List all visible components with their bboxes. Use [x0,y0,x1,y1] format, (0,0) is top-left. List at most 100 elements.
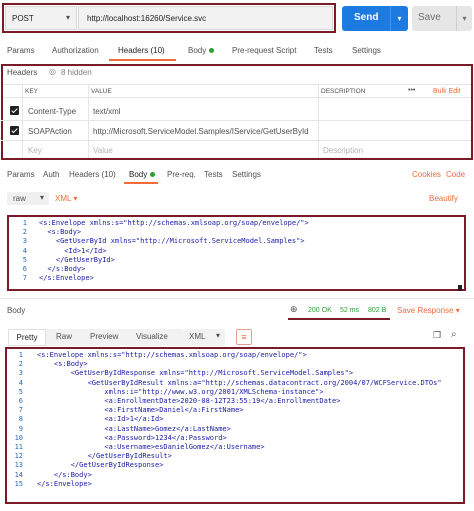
tab-params[interactable]: Params [7,46,35,55]
header-key[interactable]: SOAPAction [28,127,72,136]
view-preview[interactable]: Preview [90,332,118,341]
response-size[interactable]: 802 B [368,307,386,314]
editor-scrollbar[interactable] [458,285,462,291]
header-row: SOAPAction http://Microsoft.ServiceModel… [1,121,471,141]
code-line: <a:Password>1234</a:Password> [37,433,227,442]
code-line: </GetUserByIdResponse> [37,461,164,470]
eye-off-icon[interactable]: ◎ [49,67,56,76]
response-body-label: Body [7,306,26,315]
line-number: 11 [14,443,23,451]
line-number: 4 [18,378,23,387]
body-indicator-dot [150,172,156,178]
send-button[interactable]: Send ▾ [342,6,408,31]
code-line: </s:Body> [39,265,86,273]
line-number: 6 [18,397,23,405]
method-label: POST [12,14,34,23]
view-visualize[interactable]: Visualize [136,332,168,341]
chevron-down-icon: ▾ [73,194,78,203]
line-number: 6 [22,265,27,273]
code-line: <Id>1</Id> [39,246,107,255]
save-button[interactable]: Save ▾ [412,6,472,31]
code-line: </GetUserById> [39,255,115,264]
request-body-editor[interactable]: 1 2 3 4 5 6 7 <s:Envelope xmlns:s="http:… [9,217,464,289]
header-row-empty: Key Value Description [1,141,471,161]
tab-authorization[interactable]: Authorization [52,46,99,55]
code-line: </s:Envelope> [39,274,94,283]
line-number: 1 [22,219,27,227]
tab-settings[interactable]: Settings [352,46,381,55]
tab-tests-2[interactable]: Tests [204,170,223,179]
line-number: 3 [18,369,23,378]
section-divider [0,298,474,299]
view-pretty[interactable]: Pretty [8,329,46,346]
code-line: xmlns:i="http://www.w3.org/2001/XMLSchem… [37,387,324,396]
save-chevron-icon[interactable]: ▾ [456,6,472,31]
url-input[interactable]: http://localhost:16260/Service.svc [78,6,333,30]
header-value[interactable]: text/xml [93,107,121,116]
response-format-select[interactable]: XML ▾ [183,329,225,346]
headers-title: Headers [7,68,38,77]
tab-tests[interactable]: Tests [314,46,333,55]
body-indicator-dot [209,48,215,54]
tab-pre-request-script[interactable]: Pre-request Script [232,46,296,55]
beautify-link[interactable]: Beautify [429,194,458,203]
tab-body-2[interactable]: Body [129,170,156,179]
line-number: 2 [22,228,27,237]
send-chevron-icon[interactable]: ▾ [390,6,408,31]
header-value[interactable]: http://Microsoft.ServiceModel.Samples/IS… [93,127,309,136]
col-key: KEY [25,88,39,95]
format-label: XML [55,194,72,203]
tab-body[interactable]: Body [188,46,215,55]
code-line: <GetUserByIdResult xmlns:a="http://schem… [37,378,442,387]
status-underline [288,318,390,320]
code-line: <a:EnrollmentDate>2020-08-12T23:55:19</a… [37,397,341,405]
globe-icon[interactable]: ⊕ [290,304,298,315]
description-placeholder[interactable]: Description [323,146,363,155]
copy-icon[interactable]: ❐ [433,330,441,341]
tab-params-2[interactable]: Params [7,170,35,179]
wrap-lines-icon[interactable]: ≡ [236,329,252,345]
checkbox-checked[interactable] [10,126,19,135]
bulk-edit-link[interactable]: Bulk Edit [433,88,461,95]
col-value: VALUE [91,88,112,95]
cookies-link[interactable]: Cookies [412,170,441,179]
value-placeholder[interactable]: Value [93,146,113,155]
code-line: <s:Envelope xmlns:s="http://schemas.xmls… [39,219,309,227]
tab-headers-2[interactable]: Headers (10) [69,170,116,179]
header-key[interactable]: Content-Type [28,107,76,116]
tab-settings-2[interactable]: Settings [232,170,261,179]
view-raw[interactable]: Raw [56,332,72,341]
format-select[interactable]: XML ▾ [55,194,77,203]
headers-table-header: KEY VALUE DESCRIPTION ••• Bulk Edit [3,84,471,98]
code-line: <GetUserById xmlns="http://Microsoft.Ser… [39,237,305,246]
response-body-viewer[interactable]: 1 <s:Envelope xmlns:s="http://schemas.xml… [7,349,463,502]
tab-auth-2[interactable]: Auth [43,170,59,179]
line-number: 7 [22,274,27,283]
url-value: http://localhost:16260/Service.svc [87,14,207,23]
code-link[interactable]: Code [446,170,465,179]
status-code[interactable]: 200 OK [308,307,332,314]
tab-body-2-underline [124,182,158,184]
key-placeholder[interactable]: Key [28,146,42,155]
code-line: <s:Body> [37,360,88,369]
hidden-headers-count[interactable]: 8 hidden [61,68,92,77]
response-time[interactable]: 52 ms [340,307,359,314]
tab-headers[interactable]: Headers (10) [118,46,165,55]
method-select[interactable]: POST ▾ [5,6,77,30]
save-response-button[interactable]: Save Response ▾ [397,306,460,315]
response-view-toggle: Pretty Raw Preview Visualize [8,329,183,346]
tab-pre-req-2[interactable]: Pre-req. [167,170,196,179]
line-number: 5 [22,255,27,264]
line-number: 8 [18,415,23,424]
line-number: 1 [18,351,23,359]
more-icon[interactable]: ••• [408,87,415,94]
checkbox-checked[interactable] [10,106,19,115]
save-label: Save [418,12,441,23]
body-mode-select[interactable]: raw ▾ [7,192,49,205]
send-label: Send [354,12,379,23]
code-line: <a:LastName>Gomez</a:LastName> [37,424,231,433]
search-icon[interactable]: ⌕ [451,329,457,340]
tab-body-label: Body [188,46,207,55]
tab-body-2-label: Body [129,170,148,179]
line-number: 7 [18,406,23,415]
